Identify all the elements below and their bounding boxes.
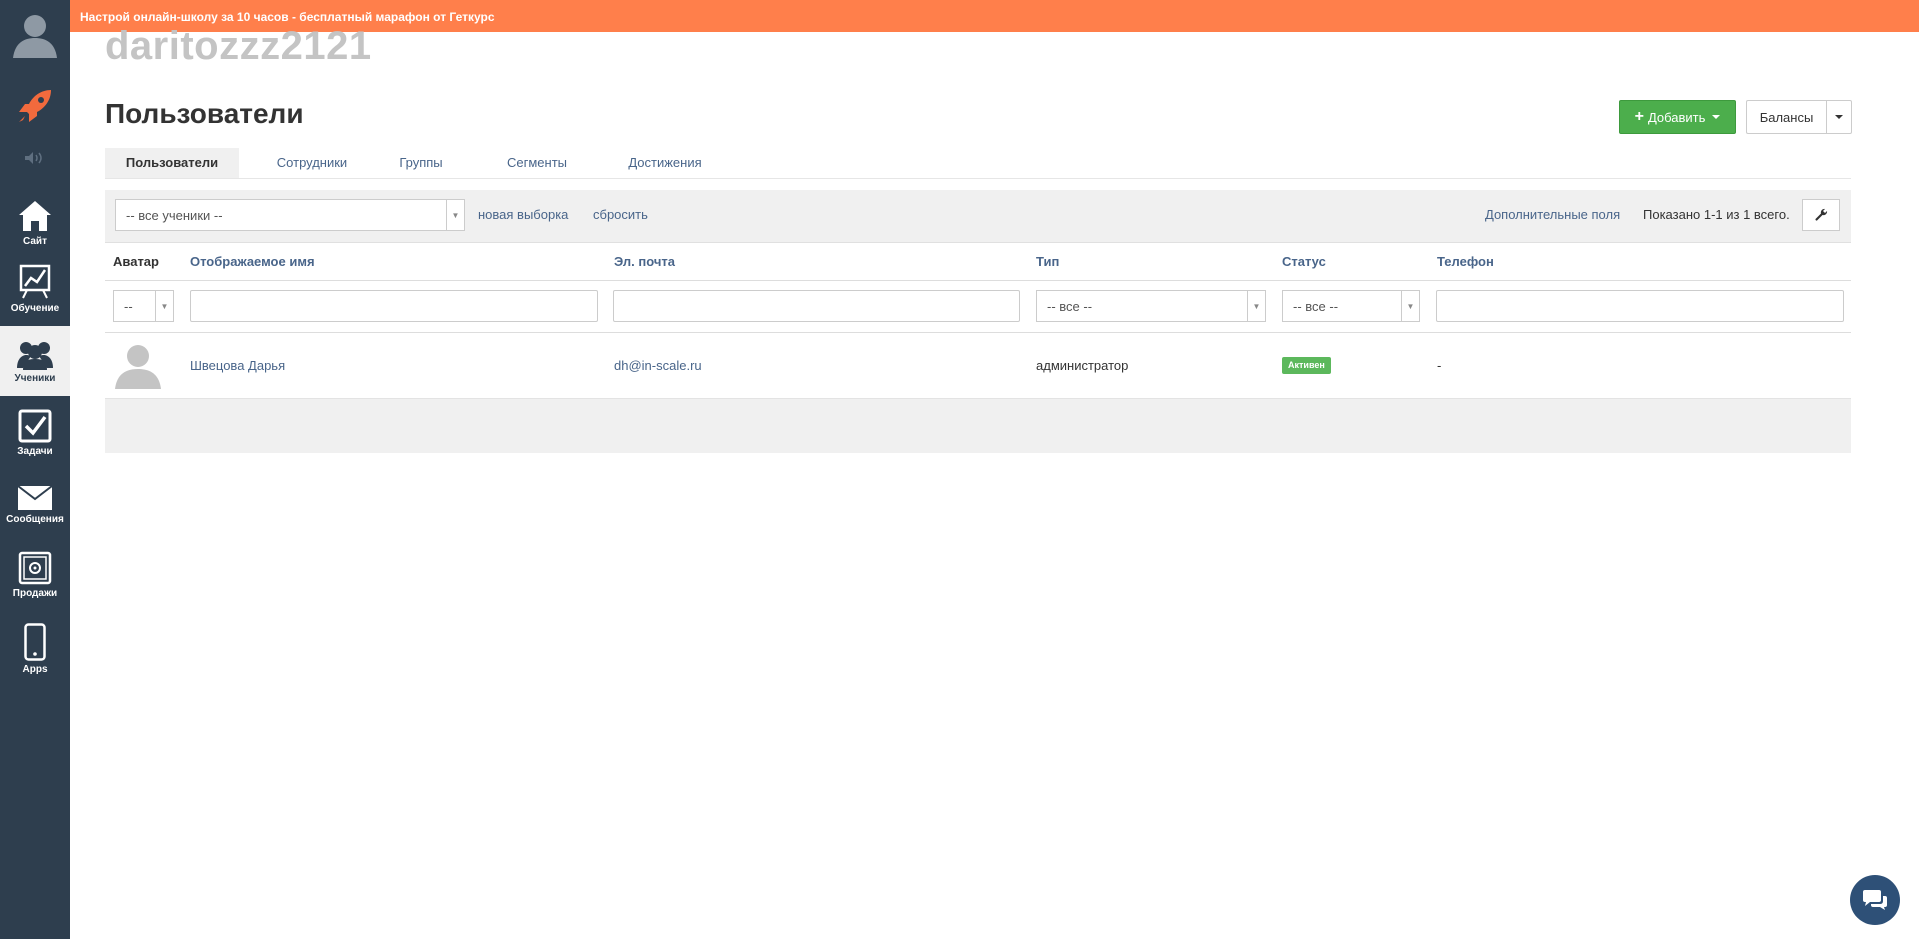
user-avatar-icon xyxy=(13,15,57,58)
sidebar-item-students[interactable]: Ученики xyxy=(0,326,70,396)
safe-icon xyxy=(18,551,52,585)
wrench-icon xyxy=(1815,208,1828,221)
avatar xyxy=(115,345,161,389)
phone-filter-input[interactable] xyxy=(1436,290,1844,322)
tab-segments[interactable]: Сегменты xyxy=(502,148,572,178)
sidebar-item-site[interactable]: Сайт xyxy=(0,188,70,258)
sidebar-item-label: Задачи xyxy=(17,446,53,457)
table-footer xyxy=(105,399,1851,453)
balances-dropdown-toggle[interactable] xyxy=(1826,100,1852,134)
column-header-email[interactable]: Эл. почта xyxy=(614,254,675,269)
user-phone: - xyxy=(1437,358,1442,373)
sidebar-item-learning[interactable]: Обучение xyxy=(0,254,70,324)
status-filter-select[interactable]: -- все -- ▼ xyxy=(1282,290,1420,322)
tab-groups[interactable]: Группы xyxy=(391,148,451,178)
sidebar-item-messages[interactable]: Сообщения xyxy=(0,470,70,540)
dropdown-arrow-icon: ▼ xyxy=(1401,291,1419,321)
header-divider xyxy=(105,280,1851,281)
checkbox-icon xyxy=(18,409,52,443)
tab-users[interactable]: Пользователи xyxy=(105,148,239,178)
reset-link[interactable]: сбросить xyxy=(593,207,648,222)
speaker-icon xyxy=(25,152,42,164)
status-filter-value: -- все -- xyxy=(1293,298,1339,314)
user-email-link[interactable]: dh@in-scale.ru xyxy=(614,358,702,373)
selection-value: -- все ученики -- xyxy=(126,207,223,223)
page-title: Пользователи xyxy=(105,98,304,129)
sidebar-item-label: Apps xyxy=(22,664,48,675)
chat-button[interactable] xyxy=(1850,875,1900,925)
sidebar-item-label: Продажи xyxy=(12,588,58,599)
sidebar-item-label: Сообщения xyxy=(6,514,64,525)
caret-down-icon xyxy=(1835,115,1843,119)
column-header-type[interactable]: Тип xyxy=(1036,254,1059,269)
sidebar-item-label: Ученики xyxy=(14,373,56,384)
selection-select[interactable]: -- все ученики -- ▼ xyxy=(115,199,465,231)
dropdown-arrow-icon: ▼ xyxy=(1247,291,1265,321)
tab-employees[interactable]: Сотрудники xyxy=(267,148,357,178)
chat-icon xyxy=(1863,890,1887,910)
add-button-label: Добавить xyxy=(1647,109,1706,125)
email-filter-input[interactable] xyxy=(613,290,1020,322)
rocket-icon xyxy=(19,90,51,124)
rocket-logo[interactable] xyxy=(0,76,70,136)
avatar-filter-value: -- xyxy=(124,298,133,314)
sidebar-item-apps[interactable]: Apps xyxy=(0,614,70,684)
settings-button[interactable] xyxy=(1802,199,1840,231)
users-icon xyxy=(17,342,53,370)
school-name: daritozzz2121 xyxy=(105,24,372,68)
filter-row-divider xyxy=(105,332,1851,333)
tab-achievements[interactable]: Достижения xyxy=(622,148,708,178)
avatar-filter-select[interactable]: -- ▼ xyxy=(113,290,174,322)
sidebar: Сайт Обучение Ученики Задачи Сообщения П… xyxy=(0,0,70,939)
new-selection-link[interactable]: новая выборка xyxy=(478,207,568,222)
user-name-link[interactable]: Швецова Дарья xyxy=(190,358,285,373)
results-count: Показано 1-1 из 1 всего. xyxy=(1643,207,1790,222)
column-header-phone[interactable]: Телефон xyxy=(1437,254,1494,269)
type-filter-select[interactable]: -- все -- ▼ xyxy=(1036,290,1266,322)
column-header-name[interactable]: Отображаемое имя xyxy=(190,254,315,269)
caret-down-icon xyxy=(1712,115,1721,119)
status-badge: Активен xyxy=(1282,357,1331,374)
sound-toggle[interactable] xyxy=(0,148,70,168)
sidebar-item-label: Сайт xyxy=(23,236,47,247)
user-avatar[interactable] xyxy=(0,0,70,70)
plus-icon: + xyxy=(1634,108,1644,125)
name-filter-input[interactable] xyxy=(190,290,598,322)
home-icon xyxy=(19,201,51,231)
column-header-status[interactable]: Статус xyxy=(1282,254,1326,269)
add-button[interactable]: + Добавить xyxy=(1619,100,1736,134)
dropdown-arrow-icon: ▼ xyxy=(446,200,464,230)
tabs: Пользователи Сотрудники Группы Сегменты … xyxy=(105,148,1851,179)
column-header-avatar: Аватар xyxy=(113,254,159,269)
type-filter-value: -- все -- xyxy=(1047,298,1093,314)
balances-button[interactable]: Балансы xyxy=(1746,100,1826,134)
phone-icon xyxy=(24,623,46,661)
sidebar-item-tasks[interactable]: Задачи xyxy=(0,398,70,468)
sidebar-item-label: Обучение xyxy=(10,303,60,314)
envelope-icon xyxy=(17,485,53,510)
sidebar-item-sales[interactable]: Продажи xyxy=(0,540,70,610)
user-type: администратор xyxy=(1036,358,1129,373)
chart-icon xyxy=(19,264,51,299)
dropdown-arrow-icon: ▼ xyxy=(155,291,173,321)
extra-fields-link[interactable]: Дополнительные поля xyxy=(1485,207,1620,222)
